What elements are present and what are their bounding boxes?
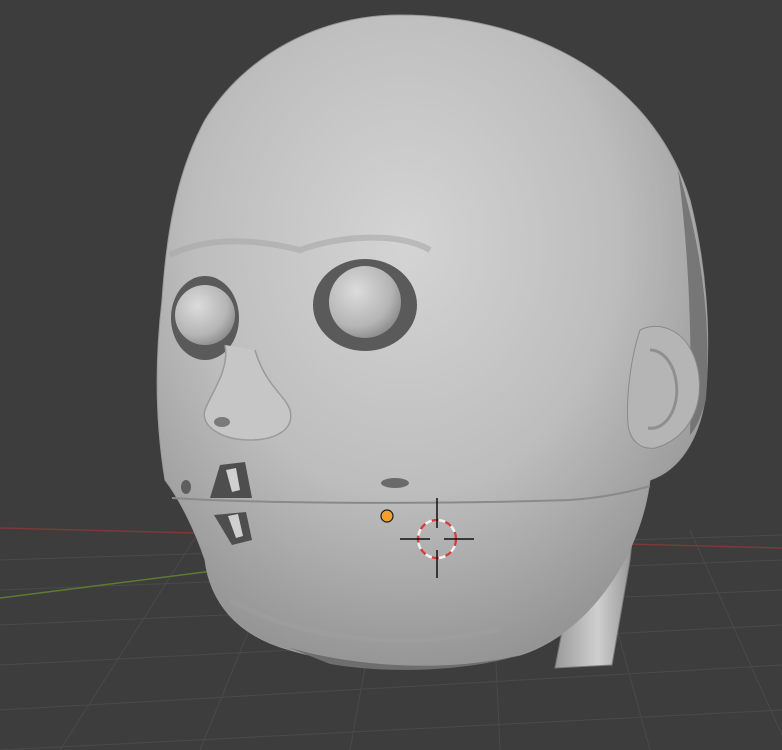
nostril bbox=[214, 417, 230, 427]
chin-dot bbox=[181, 480, 191, 494]
right-eye bbox=[329, 266, 401, 338]
head-mesh[interactable] bbox=[156, 14, 709, 670]
object-origin-icon[interactable] bbox=[380, 509, 394, 523]
3d-viewport[interactable] bbox=[0, 0, 782, 750]
left-eye bbox=[175, 285, 235, 345]
cheek-hole bbox=[381, 478, 409, 488]
